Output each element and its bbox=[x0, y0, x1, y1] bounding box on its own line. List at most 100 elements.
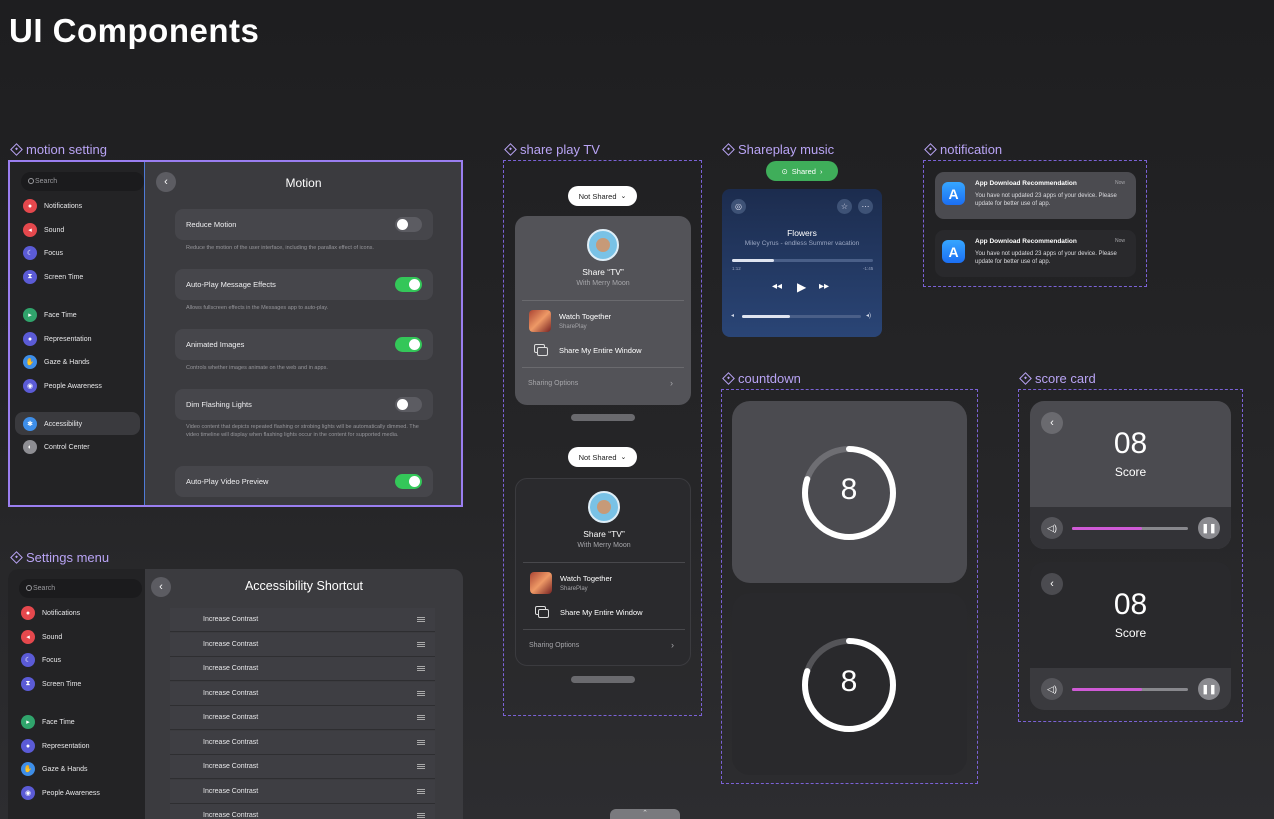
notification-card[interactable]: A App Download Recommendation Now You ha… bbox=[935, 230, 1136, 277]
divider bbox=[523, 562, 685, 563]
pause-icon[interactable]: ❚❚ bbox=[1198, 678, 1220, 700]
auto-play-message-effects-toggle[interactable] bbox=[395, 277, 422, 292]
speaker-icon[interactable]: ◁) bbox=[1041, 517, 1063, 539]
sidebar-item-notifications[interactable]: ● Notifications bbox=[21, 606, 80, 620]
animated-images-row: Animated Images bbox=[175, 329, 433, 360]
list-item-label: Increase Contrast bbox=[203, 812, 259, 819]
playback-progress[interactable] bbox=[732, 259, 873, 262]
sidebar-item-focus[interactable]: ☾ Focus bbox=[21, 653, 61, 667]
search-input[interactable]: Search bbox=[21, 172, 144, 191]
sidebar-item-control-center[interactable]: ◐ Control Center bbox=[23, 440, 90, 454]
list-item[interactable]: Increase Contrast bbox=[170, 633, 435, 657]
drag-handle-icon[interactable] bbox=[417, 764, 425, 769]
search-input[interactable]: Search bbox=[19, 579, 142, 598]
window-handle[interactable] bbox=[571, 414, 635, 421]
list-item[interactable]: Increase Contrast bbox=[170, 804, 435, 819]
drag-handle-icon[interactable] bbox=[417, 813, 425, 818]
window-icon bbox=[534, 344, 548, 356]
volume-slider[interactable] bbox=[1072, 688, 1188, 691]
share-window-button[interactable]: Share My Entire Window bbox=[559, 346, 642, 355]
list-item[interactable]: Increase Contrast bbox=[170, 731, 435, 755]
people-icon: ◉ bbox=[23, 379, 37, 393]
drag-handle-icon[interactable] bbox=[417, 642, 425, 647]
sidebar-item-people-awareness[interactable]: ◉ People Awareness bbox=[23, 379, 102, 393]
sidebar-item-gaze-hands[interactable]: ✋ Gaze & Hands bbox=[21, 762, 88, 776]
volume-slider[interactable] bbox=[1072, 527, 1188, 530]
sidebar-item-facetime[interactable]: ▸ Face Time bbox=[21, 715, 75, 729]
sharing-options-link[interactable]: Sharing Options bbox=[528, 380, 578, 387]
rewind-icon[interactable]: ◂◂ bbox=[772, 281, 782, 292]
sharing-options-link[interactable]: Sharing Options bbox=[529, 642, 579, 649]
list-item[interactable]: Increase Contrast bbox=[170, 608, 435, 632]
drag-handle-icon[interactable] bbox=[417, 666, 425, 671]
sidebar-item-representation[interactable]: ● Representation bbox=[21, 739, 89, 753]
section-label-music: Shareplay music bbox=[722, 142, 834, 157]
auto-play-video-preview-toggle[interactable] bbox=[395, 474, 422, 489]
artist-name: Miley Cyrus - endless Summer vacation bbox=[744, 240, 860, 247]
list-item[interactable]: Increase Contrast bbox=[170, 657, 435, 681]
people-icon: ◉ bbox=[21, 786, 35, 800]
watch-together-label[interactable]: Watch Together bbox=[559, 312, 611, 321]
drag-handle-icon[interactable] bbox=[417, 617, 425, 622]
share-subtitle: With Merry Moon bbox=[577, 542, 631, 549]
list-item[interactable]: Increase Contrast bbox=[170, 682, 435, 706]
sidebar-item-focus[interactable]: ☾ Focus bbox=[23, 246, 63, 260]
speaker-icon: ◂ bbox=[23, 223, 37, 237]
avatar bbox=[588, 491, 620, 523]
component-icon bbox=[722, 372, 735, 385]
list-item[interactable]: Increase Contrast bbox=[170, 755, 435, 779]
sidebar-item-accessibility[interactable]: ✱ Accessibility bbox=[23, 417, 82, 431]
row-description: Video content that depicts repeated flas… bbox=[186, 424, 419, 438]
sidebar-item-screen-time[interactable]: ⧗ Screen Time bbox=[23, 270, 83, 284]
volume-slider[interactable] bbox=[742, 315, 861, 318]
sidebar-item-label: Face Time bbox=[44, 311, 77, 319]
sidebar-item-facetime[interactable]: ▸ Face Time bbox=[23, 308, 77, 322]
window-handle[interactable] bbox=[571, 676, 635, 683]
section-label-notification: notification bbox=[924, 142, 1002, 157]
auto-play-message-effects-row: Auto-Play Message Effects bbox=[175, 269, 433, 300]
sidebar-item-screen-time[interactable]: ⧗ Screen Time bbox=[21, 677, 81, 691]
sidebar-item-gaze-hands[interactable]: ✋ Gaze & Hands bbox=[23, 355, 90, 369]
drag-handle-icon[interactable] bbox=[417, 740, 425, 745]
fast-forward-icon[interactable]: ▸▸ bbox=[819, 281, 829, 292]
animated-images-toggle[interactable] bbox=[395, 337, 422, 352]
play-icon[interactable]: ▶ bbox=[797, 280, 806, 294]
dim-flashing-lights-toggle[interactable] bbox=[395, 397, 422, 412]
sidebar-item-sound[interactable]: ◂ Sound bbox=[21, 630, 62, 644]
notification-title: App Download Recommendation bbox=[975, 238, 1077, 245]
shareplay-icon[interactable]: ◎ bbox=[731, 199, 746, 214]
star-icon[interactable]: ☆ bbox=[837, 199, 852, 214]
component-icon bbox=[504, 143, 517, 156]
share-window-button[interactable]: Share My Entire Window bbox=[560, 608, 643, 617]
drag-handle-icon[interactable] bbox=[417, 691, 425, 696]
list-item[interactable]: Increase Contrast bbox=[170, 780, 435, 804]
pause-icon[interactable]: ❚❚ bbox=[1198, 517, 1220, 539]
list-item[interactable]: Increase Contrast bbox=[170, 706, 435, 730]
tv-thumbnail bbox=[529, 310, 551, 332]
sidebar-item-label: Notifications bbox=[44, 202, 83, 210]
notification-card[interactable]: A App Download Recommendation Now You ha… bbox=[935, 172, 1136, 219]
reduce-motion-toggle[interactable] bbox=[395, 217, 422, 232]
watch-together-label[interactable]: Watch Together bbox=[560, 574, 612, 583]
watch-together-sub: SharePlay bbox=[560, 586, 588, 592]
scroll-up-handle[interactable]: ⌃ bbox=[610, 809, 680, 819]
more-icon[interactable]: ⋯ bbox=[858, 199, 873, 214]
sidebar-item-sound[interactable]: ◂ Sound bbox=[23, 223, 64, 237]
volume-slider-fill bbox=[742, 315, 790, 318]
page-title: UI Components bbox=[9, 12, 260, 49]
share-status-dropdown[interactable]: Not Shared ⌄ bbox=[568, 186, 637, 206]
video-icon: ▸ bbox=[23, 308, 37, 322]
shared-status-pill[interactable]: ⊙ Shared › bbox=[766, 161, 838, 181]
speaker-icon[interactable]: ◁) bbox=[1041, 678, 1063, 700]
sidebar-item-notifications[interactable]: ● Notifications bbox=[23, 199, 82, 213]
divider bbox=[522, 367, 684, 368]
section-title: motion setting bbox=[26, 142, 107, 157]
sidebar-item-people-awareness[interactable]: ◉ People Awareness bbox=[21, 786, 100, 800]
sidebar-item-representation[interactable]: ● Representation bbox=[23, 332, 91, 346]
drag-handle-icon[interactable] bbox=[417, 789, 425, 794]
share-status-dropdown[interactable]: Not Shared ⌄ bbox=[568, 447, 637, 467]
score-controls: ◁) ❚❚ bbox=[1030, 507, 1231, 549]
score-value: 08 bbox=[1113, 588, 1148, 621]
drag-handle-icon[interactable] bbox=[417, 715, 425, 720]
notification-body: You have not updated 23 apps of your dev… bbox=[975, 251, 1117, 265]
